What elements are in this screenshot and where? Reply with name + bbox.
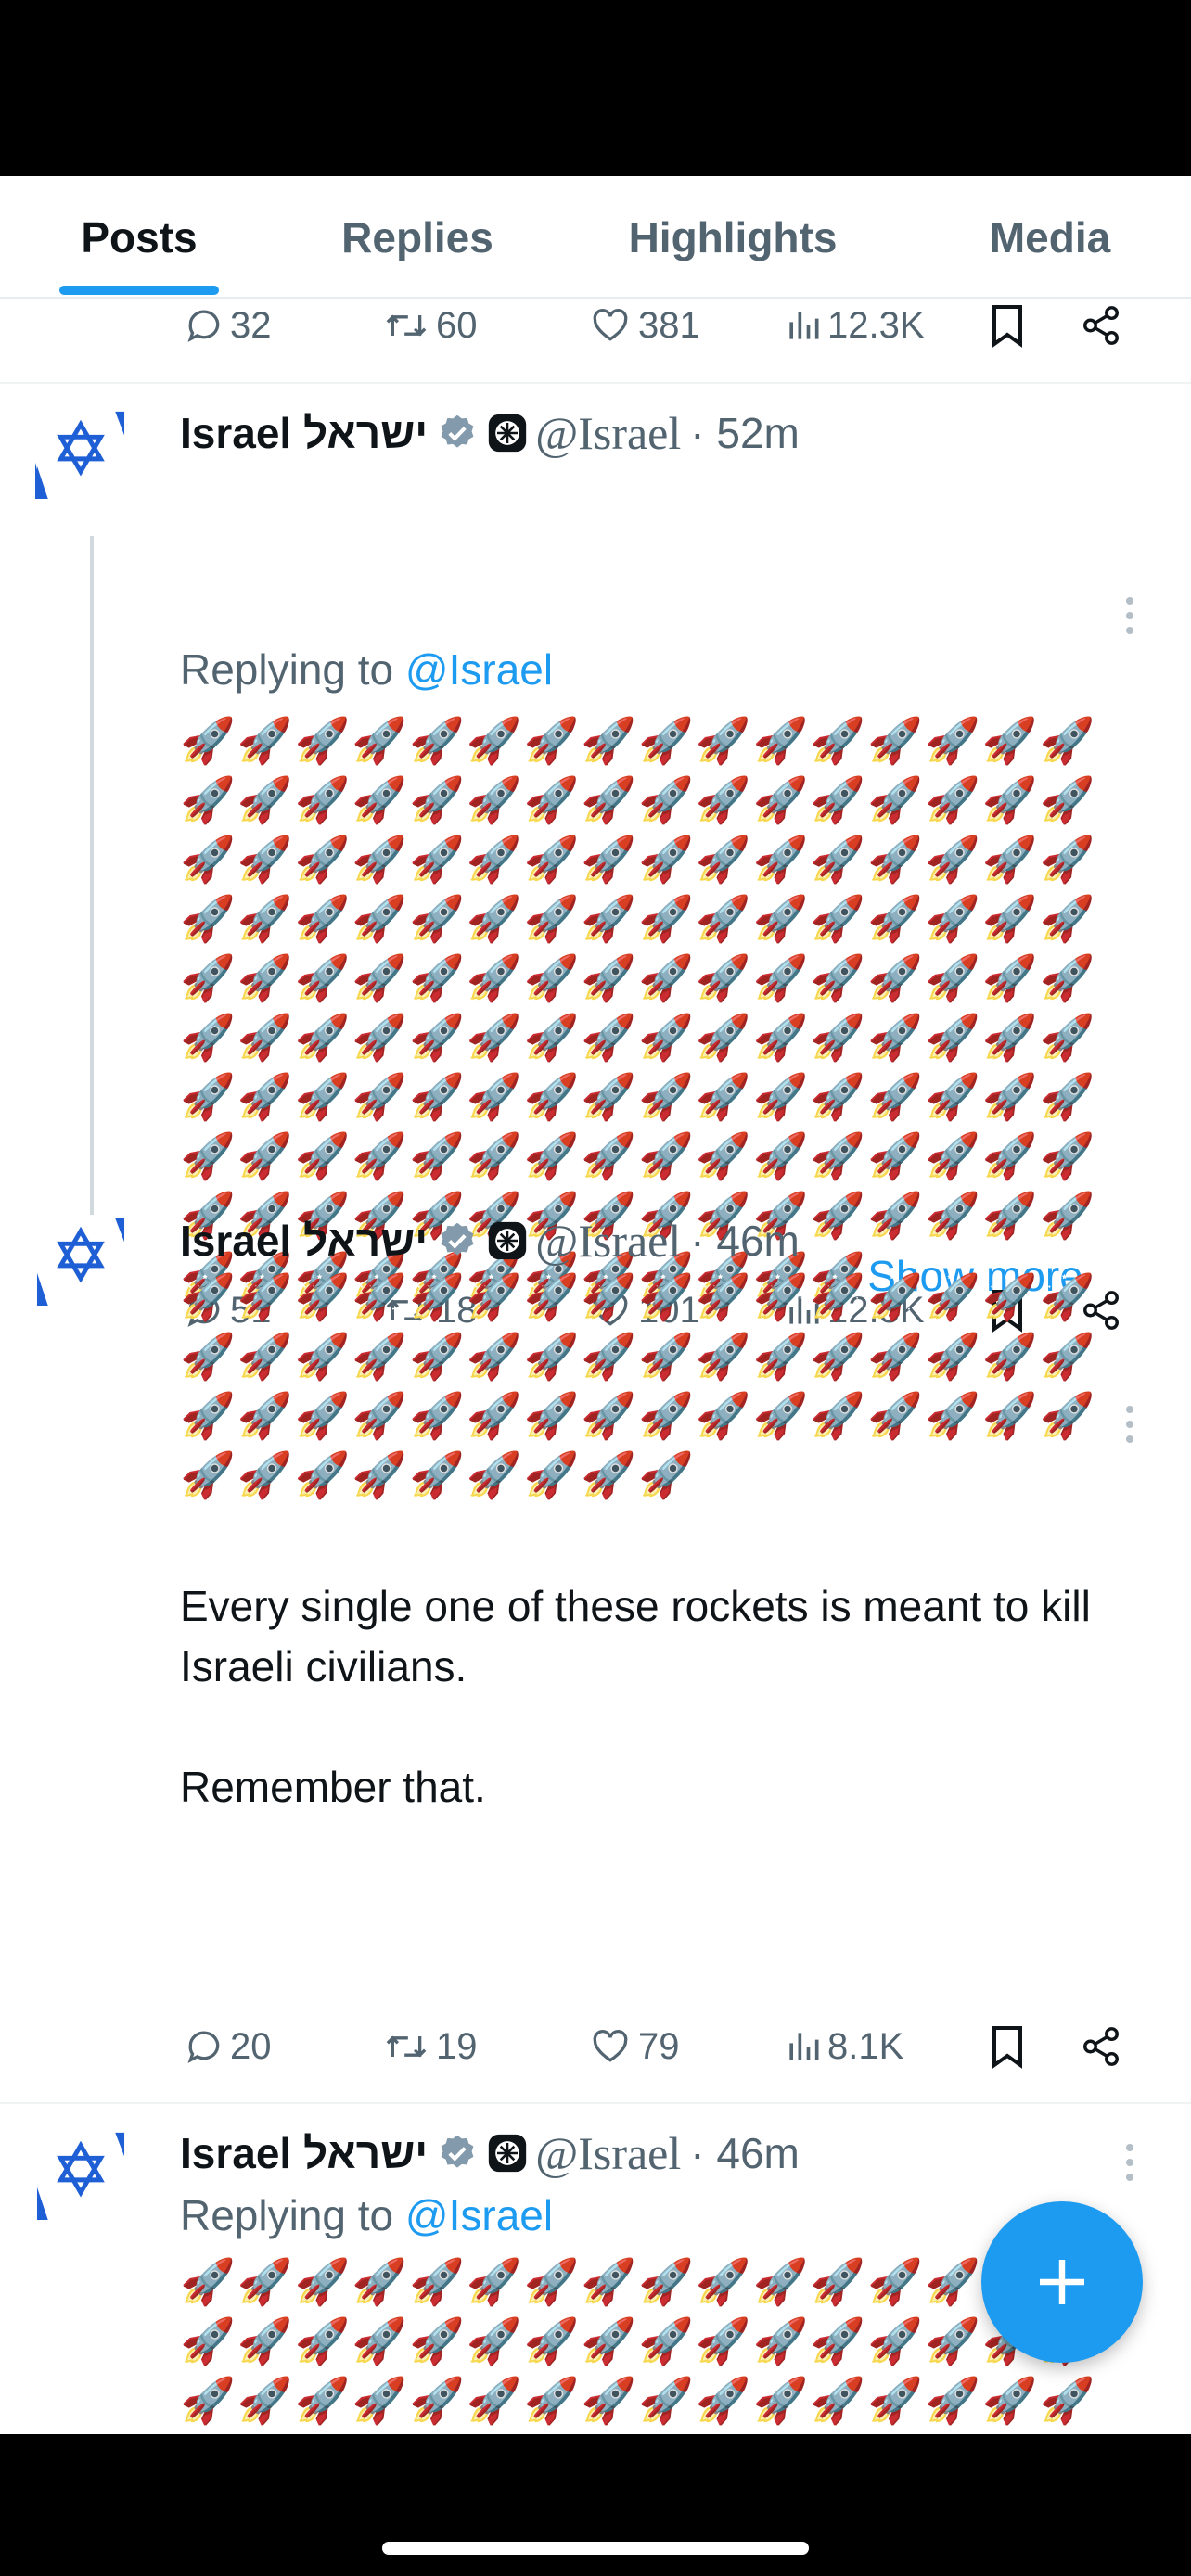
reply-button[interactable]: 32 xyxy=(184,298,272,353)
like-icon xyxy=(593,2030,628,2062)
affiliate-badge-icon xyxy=(489,1221,527,1260)
tweet-header: Israel ישראל @Israel · 46m xyxy=(180,1213,800,1269)
bookmark-button[interactable] xyxy=(989,298,1026,353)
like-icon xyxy=(593,309,628,341)
home-indicator[interactable] xyxy=(382,2542,809,2555)
tweet-paragraph: Remember that. xyxy=(180,1763,486,1811)
tweet-text: 🚀🚀🚀🚀🚀🚀🚀🚀🚀🚀🚀🚀🚀🚀🚀🚀🚀🚀🚀🚀🚀🚀🚀🚀🚀🚀🚀🚀🚀🚀🚀🚀🚀🚀🚀🚀🚀🚀🚀🚀… xyxy=(180,2253,1108,2434)
repost-icon xyxy=(386,2035,427,2058)
views-count: 12.3K xyxy=(827,304,925,346)
repost-button[interactable]: 60 xyxy=(382,298,478,353)
israel-flag-avatar[interactable] xyxy=(35,2129,126,2220)
compose-button[interactable] xyxy=(981,2201,1143,2363)
replying-prefix: Replying to xyxy=(180,2191,394,2239)
divider xyxy=(0,382,1191,384)
share-button[interactable] xyxy=(1080,2019,1122,2074)
timestamp: · 46m xyxy=(690,1217,800,1265)
affiliate-badge-icon xyxy=(489,414,527,453)
display-name[interactable]: Israel ישראל xyxy=(180,2128,428,2178)
views-count: 8.1K xyxy=(827,2025,904,2067)
views-button[interactable]: 8.1K xyxy=(785,2019,903,2074)
compose-plus-icon xyxy=(1040,2260,1084,2304)
share-icon xyxy=(1083,306,1119,345)
tab-replies[interactable]: Replies xyxy=(278,176,557,299)
like-count: 79 xyxy=(638,2025,680,2067)
thread-connector-line xyxy=(90,536,94,1259)
tweet-actions: 20 19 79 8.1K xyxy=(176,2019,1132,2074)
repost-icon xyxy=(386,314,427,337)
views-icon xyxy=(789,312,819,339)
verified-badge-icon xyxy=(441,2135,474,2168)
tab-posts[interactable]: Posts xyxy=(0,176,278,299)
tweet-header: Israel ישראל @Israel · 52m xyxy=(180,405,800,461)
tweet-text: 🚀🚀🚀🚀🚀🚀🚀🚀🚀🚀🚀🚀🚀🚀🚀🚀🚀🚀🚀🚀🚀🚀🚀🚀🚀🚀🚀🚀🚀🚀🚀🚀🚀🚀🚀🚀🚀🚀🚀🚀… xyxy=(180,712,1108,1301)
share-button[interactable] xyxy=(1080,298,1122,353)
timestamp: · 52m xyxy=(690,409,800,457)
views-icon xyxy=(789,2033,819,2060)
reply-icon xyxy=(187,310,220,343)
replying-prefix: Replying to xyxy=(180,645,394,694)
reply-count: 20 xyxy=(230,2025,272,2067)
tweet-actions-previous: 32 60 381 12.3K xyxy=(176,298,1132,353)
reply-button[interactable]: 20 xyxy=(184,2019,272,2074)
reply-count: 32 xyxy=(230,304,272,346)
israel-flag-avatar[interactable] xyxy=(35,1215,126,1306)
repost-count: 60 xyxy=(436,304,478,346)
bookmark-button[interactable] xyxy=(989,2019,1026,2074)
display-name[interactable]: Israel ישראל xyxy=(180,1216,428,1266)
tweet-header: Israel ישראל @Israel · 46m xyxy=(180,2125,800,2181)
replying-to: Replying to @Israel xyxy=(180,644,553,695)
like-count: 381 xyxy=(638,304,700,346)
replying-to-link[interactable]: @Israel xyxy=(405,645,553,694)
verified-badge-icon xyxy=(441,414,474,448)
tab-replies-label: Replies xyxy=(341,213,493,261)
tweet-paragraph: Every single one of these rockets is mea… xyxy=(180,1582,1091,1690)
more-icon[interactable] xyxy=(1121,1402,1139,1447)
replying-to-link[interactable]: @Israel xyxy=(405,2191,553,2239)
timestamp: · 46m xyxy=(690,2129,800,2177)
reply-icon xyxy=(187,2031,220,2064)
rocket-emojis: 🚀🚀🚀🚀🚀🚀🚀🚀🚀🚀🚀🚀🚀🚀🚀🚀🚀🚀🚀🚀🚀🚀🚀🚀🚀🚀🚀🚀🚀🚀🚀🚀🚀🚀🚀🚀🚀🚀🚀🚀… xyxy=(180,1273,1097,1500)
tab-highlights-label: Highlights xyxy=(628,213,838,261)
handle[interactable]: @Israel xyxy=(535,2126,681,2180)
more-icon[interactable] xyxy=(1121,593,1139,638)
home-bar-area xyxy=(0,2434,1191,2576)
divider xyxy=(0,2102,1191,2104)
tab-media[interactable]: Media xyxy=(909,176,1191,299)
handle[interactable]: @Israel xyxy=(535,1214,681,1268)
tab-posts-label: Posts xyxy=(81,213,198,261)
profile-timeline: Posts Replies Highlights Media 32 60 381… xyxy=(0,176,1191,2434)
israel-flag-avatar[interactable] xyxy=(35,408,126,499)
bookmark-icon xyxy=(992,2026,1022,2069)
profile-tabs: Posts Replies Highlights Media xyxy=(0,176,1191,299)
like-button[interactable]: 79 xyxy=(588,2019,680,2074)
affiliate-badge-icon xyxy=(489,2134,527,2173)
handle[interactable]: @Israel xyxy=(535,406,681,460)
tweet-text: 🚀🚀🚀🚀🚀🚀🚀🚀🚀🚀🚀🚀🚀🚀🚀🚀🚀🚀🚀🚀🚀🚀🚀🚀🚀🚀🚀🚀🚀🚀🚀🚀🚀🚀🚀🚀🚀🚀🚀🚀… xyxy=(180,1269,1108,1510)
bookmark-icon xyxy=(992,305,1022,348)
display-name[interactable]: Israel ישראל xyxy=(180,408,428,458)
rocket-emojis: 🚀🚀🚀🚀🚀🚀🚀🚀🚀🚀🚀🚀🚀🚀🚀🚀🚀🚀🚀🚀🚀🚀🚀🚀🚀🚀🚀🚀🚀🚀🚀🚀🚀🚀🚀🚀🚀🚀🚀🚀… xyxy=(180,2258,1097,2426)
tab-media-label: Media xyxy=(989,213,1111,261)
more-icon[interactable] xyxy=(1121,2140,1139,2185)
tweet-body: Every single one of these rockets is mea… xyxy=(180,1576,1126,1817)
views-button[interactable]: 12.3K xyxy=(785,298,925,353)
verified-badge-icon xyxy=(441,1222,474,1256)
active-tab-indicator xyxy=(59,286,219,295)
repost-button[interactable]: 19 xyxy=(382,2019,478,2074)
replying-to: Replying to @Israel xyxy=(180,2190,553,2240)
status-bar-area xyxy=(0,0,1191,176)
tab-highlights[interactable]: Highlights xyxy=(557,176,909,299)
repost-count: 19 xyxy=(436,2025,478,2067)
like-button[interactable]: 381 xyxy=(588,298,700,353)
share-icon xyxy=(1083,2027,1119,2066)
